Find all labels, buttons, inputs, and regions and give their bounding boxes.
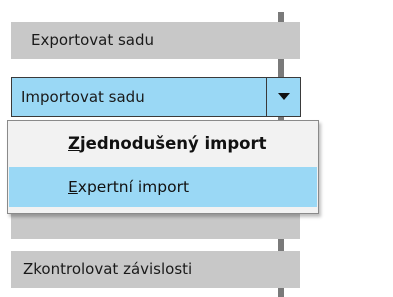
import-set-button[interactable]: Importovat sadu (12, 78, 266, 116)
menu-item-mnemonic: Z (68, 134, 80, 153)
menu-item-mnemonic: E (68, 178, 78, 196)
menu-item-label: jednodušený import (79, 134, 267, 153)
import-set-split-button[interactable]: Importovat sadu (11, 77, 301, 117)
dropdown-arrow-button[interactable] (266, 78, 300, 116)
app-window: Exportovat sadu Importovat sadu Zkontrol… (0, 0, 393, 297)
menu-item-expert-import[interactable]: Expertní import (9, 167, 317, 207)
check-dependencies-button[interactable]: Zkontrolovat závislosti (11, 251, 300, 288)
chevron-down-icon (277, 93, 290, 100)
menu-item-simplified-import[interactable]: Zjednodušený import (9, 124, 317, 164)
import-dropdown-menu: Zjednodušený import Expertní import (7, 120, 319, 214)
export-set-button[interactable]: Exportovat sadu (11, 22, 300, 59)
menu-item-label: xpertní import (77, 178, 190, 196)
